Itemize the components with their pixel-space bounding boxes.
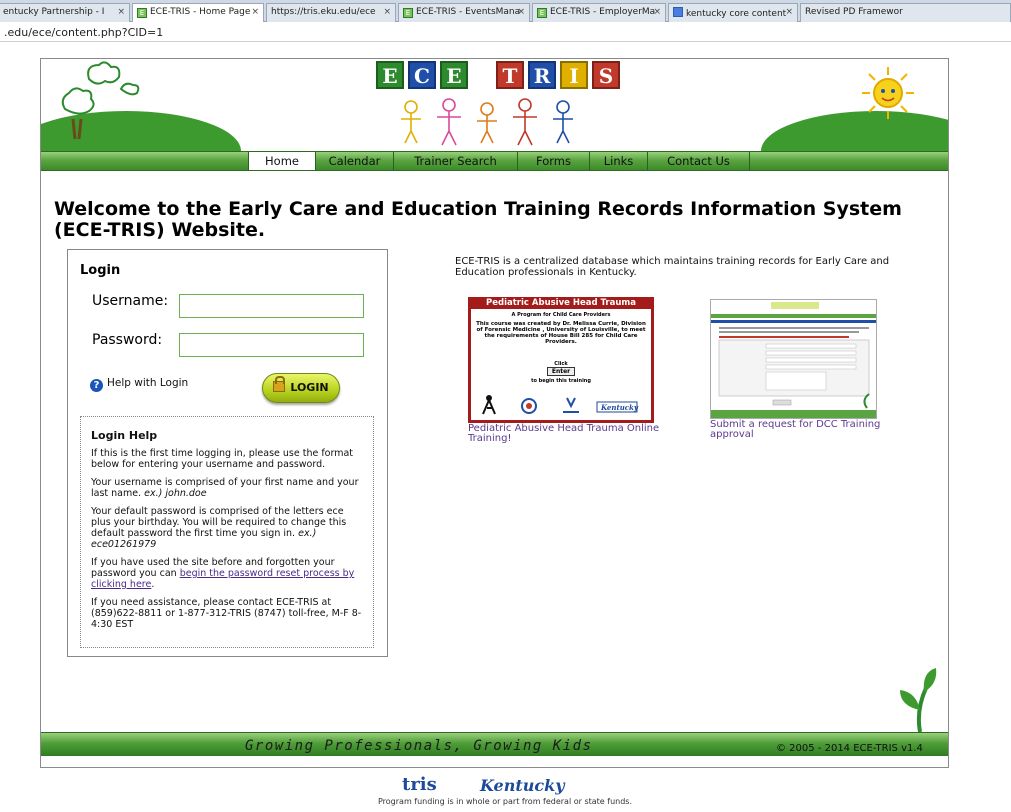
browser-tab[interactable]: Revised PD Framewor	[800, 3, 1011, 22]
reset-text-after: .	[151, 579, 155, 590]
nav-contact-us[interactable]: Contact Us	[647, 152, 750, 170]
intro-text: ECE-TRIS is a centralized database which…	[455, 256, 890, 278]
tab-label: Revised PD Framewor	[805, 7, 903, 17]
page-frame: E C E T R I S Home Calendar Trainer Sear…	[40, 58, 949, 768]
logo-letter: T	[496, 61, 524, 89]
footer-bar: Growing Professionals, Growing Kids © 20…	[41, 732, 948, 756]
close-icon[interactable]: ×	[785, 7, 793, 17]
nav-links[interactable]: Links	[589, 152, 647, 170]
ece-favicon-icon: E	[403, 8, 413, 18]
sun-icon	[862, 67, 914, 119]
browser-tab[interactable]: E ECE-TRIS - EmployerMa ×	[532, 3, 666, 22]
banner-title: Pediatric Abusive Head Trauma	[468, 297, 654, 309]
password-label: Password:	[92, 332, 163, 348]
nav-forms[interactable]: Forms	[517, 152, 589, 170]
login-help-first-time: If this is the first time logging in, pl…	[91, 448, 354, 470]
cloud-tree-doodle-icon	[61, 61, 140, 140]
username-help-text: Your username is comprised of your first…	[91, 477, 359, 499]
ece-favicon-icon: E	[137, 8, 147, 18]
login-help-contact: If you need assistance, please contact E…	[91, 597, 362, 630]
sprout-icon	[900, 668, 937, 732]
tab-label: https://tris.eku.edu/ece	[271, 7, 376, 17]
svg-text:Kentucky: Kentucky	[600, 403, 639, 412]
browser-tab-active[interactable]: E ECE-TRIS - Home Page ×	[132, 3, 264, 23]
tris-logo: tris	[402, 774, 437, 795]
help-link-label: Help with Login	[107, 377, 189, 389]
close-icon[interactable]: ×	[653, 7, 661, 17]
login-button[interactable]: LOGIN	[262, 373, 340, 403]
url-text: .edu/ece/content.php?CID=1	[4, 26, 164, 39]
pediatric-training-link[interactable]: Pediatric Abusive Head Trauma Online Tra…	[468, 424, 668, 444]
ece-tris-logo: E C E T R I S	[376, 61, 620, 93]
close-icon[interactable]: ×	[251, 7, 259, 17]
banner-subtitle: A Program for Child Care Providers	[511, 312, 611, 318]
login-title: Login	[80, 263, 121, 278]
dcc-form-preview-icon	[711, 300, 876, 418]
tab-label: entucky Partnership - I	[3, 7, 105, 17]
funding-notice: Program funding is in whole or part from…	[377, 797, 633, 806]
kentucky-logo: Kentucky	[480, 776, 565, 795]
login-help-reset: If you have used the site before and for…	[91, 557, 363, 590]
password-input[interactable]	[179, 333, 364, 357]
logo-letter: C	[408, 61, 436, 89]
tab-label: ECE-TRIS - EventsMana	[416, 7, 521, 17]
browser-tab[interactable]: E ECE-TRIS - EventsMana ×	[398, 3, 530, 22]
footer-tagline: Growing Professionals, Growing Kids	[245, 738, 593, 754]
browser-tab[interactable]: kentucky core content ×	[668, 3, 798, 22]
stick-figures-icon	[401, 98, 573, 146]
login-help-title: Login Help	[91, 429, 158, 442]
logo-letter: E	[440, 61, 468, 89]
page-title: Welcome to the Early Care and Education …	[54, 198, 902, 241]
logo-letter: I	[560, 61, 588, 89]
banner-enter-button[interactable]: Enter	[547, 367, 575, 376]
username-label: Username:	[92, 293, 169, 309]
browser-tab[interactable]: entucky Partnership - I ×	[0, 3, 130, 22]
close-icon[interactable]: ×	[383, 7, 391, 17]
login-help-box: Login Help If this is the first time log…	[80, 416, 374, 648]
question-icon: ?	[90, 379, 103, 392]
browser-tab[interactable]: https://tris.eku.edu/ece ×	[266, 3, 396, 22]
dcc-request-link[interactable]: Submit a request for DCC Training approv…	[710, 420, 910, 440]
login-help-password: Your default password is comprised of th…	[91, 506, 363, 550]
lock-icon	[273, 376, 286, 392]
banner-body: This course was created by Dr. Melissa C…	[476, 321, 646, 345]
dcc-request-thumbnail[interactable]	[710, 299, 877, 419]
ece-favicon-icon: E	[537, 8, 547, 18]
login-panel: Login Username: Password: ? Help with Log…	[67, 249, 388, 657]
login-help-username: Your username is comprised of your first…	[91, 477, 363, 499]
site-header: E C E T R I S	[41, 59, 948, 151]
sponsor-logos-icon: Kentucky	[482, 395, 639, 415]
main-nav: Home Calendar Trainer Search Forms Links…	[41, 151, 948, 171]
close-icon[interactable]: ×	[517, 7, 525, 17]
nav-trainer-search[interactable]: Trainer Search	[393, 152, 517, 170]
logo-letter: S	[592, 61, 620, 89]
banner-inner: Pediatric Abusive Head Trauma A Program …	[468, 297, 654, 420]
nav-calendar[interactable]: Calendar	[315, 152, 393, 170]
nav-home[interactable]: Home	[248, 152, 315, 170]
logo-letter: E	[376, 61, 404, 89]
username-example: ex.) john.doe	[144, 488, 207, 499]
tab-label: ECE-TRIS - EmployerMa	[550, 7, 656, 17]
help-with-login-link[interactable]: ? Help with Login	[90, 377, 188, 392]
username-input[interactable]	[179, 294, 364, 318]
footer-logos: tris Kentucky	[400, 774, 610, 796]
pediatric-training-banner[interactable]: Pediatric Abusive Head Trauma A Program …	[468, 297, 654, 423]
address-bar[interactable]: .edu/ece/content.php?CID=1	[0, 22, 1011, 42]
tab-label: ECE-TRIS - Home Page	[150, 7, 251, 17]
google-favicon-icon	[673, 7, 683, 17]
login-button-label: LOGIN	[290, 381, 329, 394]
browser-tab-strip: entucky Partnership - I × E ECE-TRIS - Ho…	[0, 0, 1011, 23]
tab-label: kentucky core content	[686, 9, 787, 19]
close-icon[interactable]: ×	[117, 7, 125, 17]
logo-letter: R	[528, 61, 556, 89]
banner-begin: to begin this training	[531, 378, 591, 384]
copyright-text: © 2005 - 2014 ECE-TRIS v1.4	[776, 743, 923, 754]
